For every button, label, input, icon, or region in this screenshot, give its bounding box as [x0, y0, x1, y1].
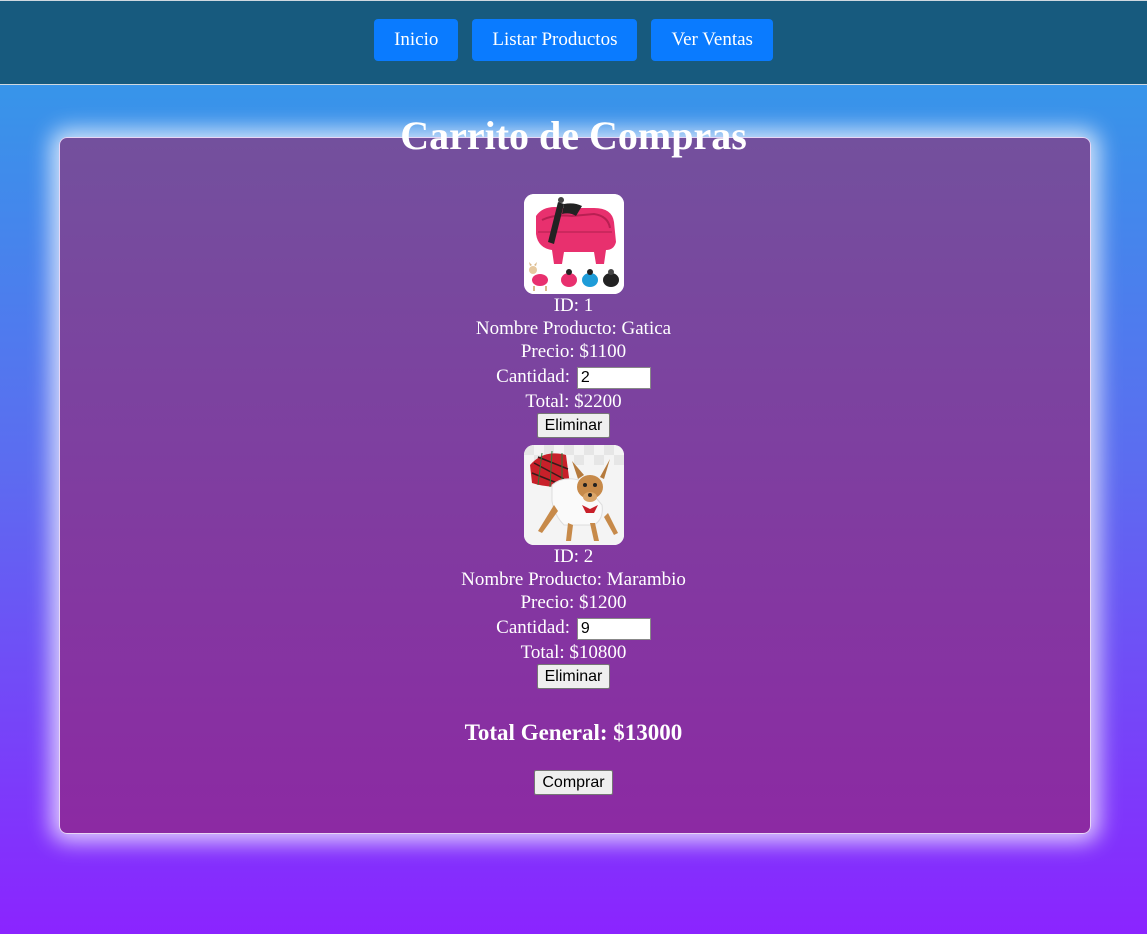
remove-item-button[interactable]: Eliminar — [536, 664, 611, 689]
item-quantity-row: Cantidad: — [0, 614, 1147, 641]
product-image-plaid-dress — [523, 445, 624, 545]
quantity-input[interactable] — [576, 366, 651, 389]
item-price: Precio: $1200 — [520, 592, 627, 613]
top-navbar: Inicio Listar Productos Ver Ventas — [0, 0, 1147, 85]
nav-listar-productos-button[interactable]: Listar Productos — [472, 19, 638, 61]
item-name: Nombre Producto: Marambio — [461, 569, 686, 590]
item-price: Precio: $1100 — [520, 341, 627, 362]
grand-total: Total General: $13000 — [464, 720, 683, 745]
product-image-pink-jacket — [523, 194, 624, 294]
item-total: Total: $10800 — [520, 642, 627, 663]
quantity-label: Cantidad: — [496, 617, 571, 638]
remove-item-button[interactable]: Eliminar — [536, 413, 611, 438]
quantity-label: Cantidad: — [496, 366, 571, 387]
item-id: ID: 1 — [553, 295, 594, 316]
nav-inicio-button[interactable]: Inicio — [374, 19, 459, 61]
item-total: Total: $2200 — [525, 391, 622, 412]
item-id: ID: 2 — [553, 546, 594, 567]
item-quantity-row: Cantidad: — [0, 363, 1147, 390]
nav-ver-ventas-button[interactable]: Ver Ventas — [651, 19, 773, 61]
cart-item: ID: 1 Nombre Producto: Gatica Precio: $1… — [0, 194, 1147, 438]
buy-button[interactable]: Comprar — [534, 770, 613, 795]
cart-item: ID: 2 Nombre Producto: Marambio Precio: … — [0, 445, 1147, 689]
page-title: Carrito de Compras — [400, 113, 747, 158]
quantity-input[interactable] — [576, 617, 651, 640]
buy-row: Comprar — [0, 770, 1147, 795]
item-name: Nombre Producto: Gatica — [475, 318, 672, 339]
